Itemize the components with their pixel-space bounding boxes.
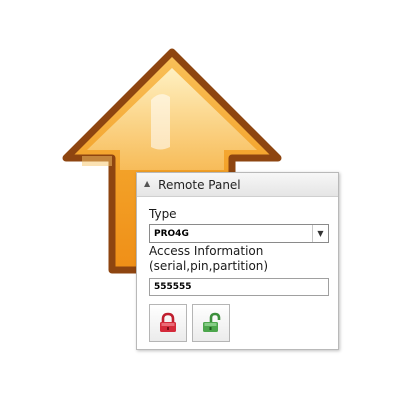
unlock-button[interactable] bbox=[192, 304, 230, 342]
access-label-line2: (serial,pin,partition) bbox=[149, 259, 269, 273]
type-label: Type bbox=[149, 207, 177, 221]
panel-title: Remote Panel bbox=[158, 177, 241, 192]
unlock-icon bbox=[203, 312, 221, 332]
lock-icon bbox=[160, 312, 176, 332]
type-select-value: PRO4G bbox=[154, 228, 189, 239]
remote-panel: ▲ Remote Panel Type PRO4G ▼ Access Infor… bbox=[136, 172, 339, 350]
chevron-up-icon[interactable]: ▲ bbox=[144, 179, 150, 188]
access-information-input[interactable]: 555555 bbox=[149, 278, 329, 296]
panel-header[interactable]: ▲ Remote Panel bbox=[137, 173, 338, 197]
lock-button[interactable] bbox=[149, 304, 187, 342]
access-information-label: Access Information (serial,pin,partition… bbox=[149, 244, 268, 274]
access-label-line1: Access Information bbox=[149, 244, 264, 258]
chevron-down-icon[interactable]: ▼ bbox=[312, 225, 328, 242]
type-select[interactable]: PRO4G ▼ bbox=[149, 224, 329, 243]
